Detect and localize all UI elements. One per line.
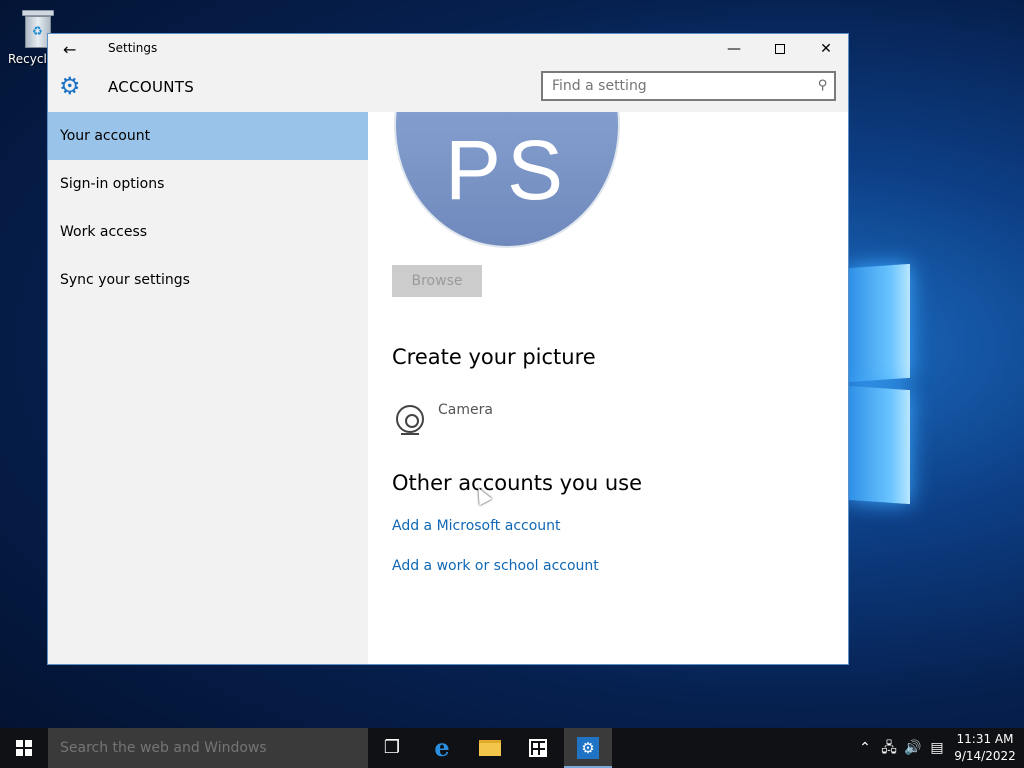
show-hidden-icons-chevron-icon[interactable]: ⌃ [856, 728, 874, 768]
avatar: PS [394, 112, 620, 248]
find-setting-search-box[interactable]: ⚲ [541, 71, 836, 101]
store-button[interactable] [514, 728, 562, 768]
file-explorer-button[interactable] [466, 728, 514, 768]
camera-option[interactable]: Camera [392, 402, 592, 442]
window-title: Settings [108, 41, 158, 55]
settings-window: ← Settings — ✕ ⚙ ACCOUNTS ⚲ Your account… [47, 33, 849, 665]
sidebar: Your account Sign-in options Work access… [48, 112, 368, 664]
camera-label: Camera [438, 402, 493, 418]
folder-icon [479, 740, 501, 756]
sidebar-item-sign-in-options[interactable]: Sign-in options [48, 160, 368, 208]
volume-icon[interactable]: 🔊 [902, 728, 924, 768]
network-icon[interactable]: 🖧 [878, 728, 900, 768]
sidebar-item-work-access[interactable]: Work access [48, 208, 368, 256]
start-button[interactable] [0, 728, 48, 768]
section-title: ACCOUNTS [108, 78, 195, 96]
add-work-account-link[interactable]: Add a work or school account [392, 558, 599, 574]
add-microsoft-account-link[interactable]: Add a Microsoft account [392, 518, 561, 534]
windows-logo-icon [16, 740, 32, 756]
logo-pane-bottom [848, 385, 910, 505]
maximize-icon [775, 44, 785, 54]
other-accounts-heading: Other accounts you use [392, 471, 643, 495]
minimize-button[interactable]: — [711, 34, 757, 64]
create-picture-heading: Create your picture [392, 345, 596, 369]
maximize-button[interactable] [757, 34, 803, 64]
settings-taskbar-button[interactable]: ⚙ [564, 728, 612, 768]
search-icon[interactable]: ⚲ [818, 78, 828, 93]
close-button[interactable]: ✕ [803, 34, 848, 64]
clock[interactable]: 11:31 AM 9/14/2022 [954, 731, 1016, 765]
settings-gear-icon: ⚙ [577, 737, 599, 759]
content-pane: PS Browse Create your picture Camera Oth… [368, 112, 848, 664]
clock-time: 11:31 AM [956, 732, 1014, 746]
avatar-initials: PS [444, 123, 570, 217]
sidebar-item-your-account[interactable]: Your account [48, 112, 368, 160]
browse-button[interactable]: Browse [392, 265, 482, 297]
recycle-bin-label: Recycle [8, 52, 48, 66]
search-input[interactable] [543, 73, 798, 99]
gear-icon: ⚙ [59, 72, 81, 100]
action-center-icon[interactable]: ▤ [926, 728, 948, 768]
settings-header: ⚙ ACCOUNTS ⚲ [48, 64, 848, 112]
sidebar-item-sync-settings[interactable]: Sync your settings [48, 256, 368, 304]
taskbar-search-input[interactable] [48, 728, 368, 768]
taskbar: ❐ e ⚙ ⌃ 🖧 🔊 ▤ 11:31 AM 9/14/2022 [0, 728, 1024, 768]
logo-pane-top [848, 263, 910, 383]
desktop-windows-logo [848, 248, 918, 510]
title-bar: ← Settings — ✕ [48, 34, 848, 64]
task-view-icon[interactable]: ❐ [368, 728, 416, 768]
edge-icon[interactable]: e [418, 728, 466, 768]
back-arrow-icon[interactable]: ← [63, 40, 76, 59]
camera-icon [396, 405, 424, 433]
clock-date: 9/14/2022 [954, 749, 1016, 763]
taskbar-search-box[interactable] [48, 728, 368, 768]
store-icon [529, 739, 547, 757]
